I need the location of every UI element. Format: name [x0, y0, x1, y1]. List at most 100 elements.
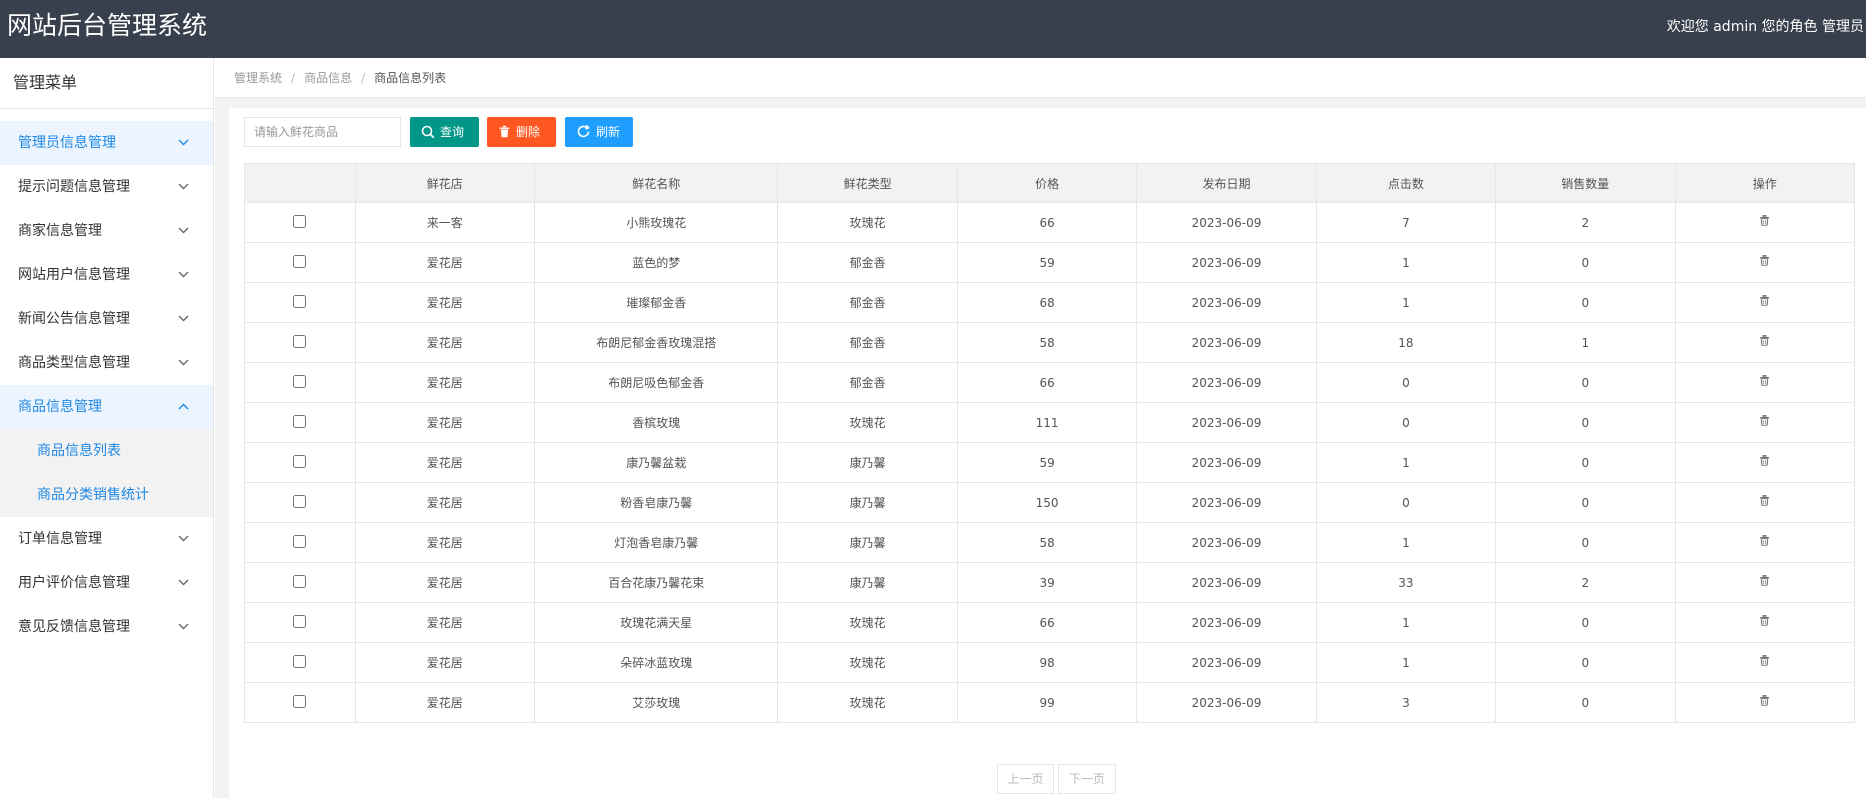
delete-row-icon[interactable] — [1759, 694, 1770, 709]
delete-row-icon[interactable] — [1759, 494, 1770, 509]
delete-row-icon[interactable] — [1759, 534, 1770, 549]
row-checkbox[interactable] — [293, 254, 307, 268]
row-checkbox[interactable] — [293, 414, 307, 428]
sidebar-item-feedback[interactable]: 意见反馈信息管理 — [0, 605, 213, 649]
cell-shop: 爱花居 — [354, 242, 535, 283]
cell-price: 111 — [956, 402, 1138, 443]
breadcrumb-item-system[interactable]: 管理系统 — [234, 71, 282, 85]
table-row: 爱花居 百合花康乃馨花束 康乃馨 39 2023-06-09 33 2 — [244, 562, 1856, 603]
sidebar-item-category[interactable]: 商品类型信息管理 — [0, 341, 213, 385]
select-cell — [244, 402, 356, 443]
cell-price: 39 — [956, 562, 1138, 603]
chevron-up-icon — [176, 385, 190, 429]
cell-clicks: 1 — [1315, 642, 1497, 683]
cell-date: 2023-06-09 — [1136, 322, 1317, 363]
column-header-type: 鲜花类型 — [777, 163, 958, 203]
submenu-item-product-list[interactable]: 商品信息列表 — [0, 429, 213, 473]
column-header-shop: 鲜花店 — [354, 163, 535, 203]
cell-date: 2023-06-09 — [1136, 202, 1317, 243]
delete-button-label: 删除 — [516, 125, 541, 139]
breadcrumb-separator: / — [291, 71, 296, 85]
cell-price: 150 — [956, 482, 1138, 523]
actions-cell — [1674, 362, 1856, 403]
table-row: 爱花居 香槟玫瑰 玫瑰花 111 2023-06-09 0 0 — [244, 402, 1856, 443]
prev-page-button[interactable]: 上一页 — [997, 764, 1054, 794]
search-input[interactable] — [244, 117, 401, 147]
row-checkbox[interactable] — [293, 454, 307, 468]
column-header-price: 价格 — [956, 163, 1138, 203]
row-checkbox[interactable] — [293, 534, 307, 548]
cell-name: 蓝色的梦 — [533, 242, 779, 283]
sidebar-item-users[interactable]: 网站用户信息管理 — [0, 253, 213, 297]
cell-sales: 0 — [1495, 442, 1676, 483]
cell-name: 璀璨郁金香 — [533, 282, 779, 323]
cell-clicks: 1 — [1315, 602, 1497, 643]
row-checkbox[interactable] — [293, 694, 307, 708]
top-header: 网站后台管理系统 欢迎您 admin 您的角色 管理员 — [0, 0, 1866, 58]
delete-row-icon[interactable] — [1759, 414, 1770, 429]
table-row: 来一客 小熊玫瑰花 玫瑰花 66 2023-06-09 7 2 — [244, 202, 1856, 243]
sidebar-item-admin[interactable]: 管理员信息管理 — [0, 121, 213, 165]
table-row: 爱花居 康乃馨盆栽 康乃馨 59 2023-06-09 1 0 — [244, 442, 1856, 483]
sidebar-item-products[interactable]: 商品信息管理 — [0, 385, 213, 429]
cell-clicks: 1 — [1315, 242, 1497, 283]
cell-date: 2023-06-09 — [1136, 402, 1317, 443]
breadcrumb-item-product-info[interactable]: 商品信息 — [304, 71, 352, 85]
query-button[interactable]: 查询 — [410, 117, 479, 147]
breadcrumb-separator: / — [361, 71, 366, 85]
select-cell — [244, 442, 356, 483]
breadcrumb: 管理系统 / 商品信息 / 商品信息列表 — [215, 58, 1866, 98]
sidebar-item-label: 订单信息管理 — [18, 531, 102, 547]
delete-row-icon[interactable] — [1759, 454, 1770, 469]
cell-date: 2023-06-09 — [1136, 682, 1317, 723]
sidebar-item-label: 提示问题信息管理 — [18, 179, 130, 195]
refresh-button-label: 刷新 — [596, 125, 621, 139]
delete-row-icon[interactable] — [1759, 374, 1770, 389]
delete-row-icon[interactable] — [1759, 574, 1770, 589]
actions-cell — [1674, 402, 1856, 443]
row-checkbox[interactable] — [293, 294, 307, 308]
cell-sales: 0 — [1495, 602, 1676, 643]
refresh-button[interactable]: 刷新 — [565, 117, 633, 147]
row-checkbox[interactable] — [293, 214, 307, 228]
cell-shop: 爱花居 — [354, 482, 535, 523]
main-content: 管理系统 / 商品信息 / 商品信息列表 查询 删除 刷新 鲜花店 鲜花名称 鲜花类型 … — [215, 58, 1866, 798]
cell-clicks: 7 — [1315, 202, 1497, 243]
delete-row-icon[interactable] — [1759, 654, 1770, 669]
query-button-label: 查询 — [440, 125, 465, 139]
row-checkbox[interactable] — [293, 654, 307, 668]
select-cell — [244, 602, 356, 643]
row-checkbox[interactable] — [293, 574, 307, 588]
cell-shop: 爱花居 — [354, 562, 535, 603]
delete-row-icon[interactable] — [1759, 334, 1770, 349]
row-checkbox[interactable] — [293, 614, 307, 628]
cell-date: 2023-06-09 — [1136, 642, 1317, 683]
cell-clicks: 0 — [1315, 482, 1497, 523]
sidebar-item-reviews[interactable]: 用户评价信息管理 — [0, 561, 213, 605]
sidebar-item-label: 网站用户信息管理 — [18, 267, 130, 283]
cell-shop: 爱花居 — [354, 642, 535, 683]
column-header-name: 鲜花名称 — [533, 163, 779, 203]
delete-row-icon[interactable] — [1759, 614, 1770, 629]
row-checkbox[interactable] — [293, 334, 307, 348]
delete-row-icon[interactable] — [1759, 294, 1770, 309]
sidebar-item-orders[interactable]: 订单信息管理 — [0, 517, 213, 561]
row-checkbox[interactable] — [293, 374, 307, 388]
delete-button[interactable]: 删除 — [487, 117, 556, 147]
next-page-button[interactable]: 下一页 — [1058, 764, 1116, 794]
submenu-item-sales-stats[interactable]: 商品分类销售统计 — [0, 473, 213, 517]
sidebar-item-news[interactable]: 新闻公告信息管理 — [0, 297, 213, 341]
cell-date: 2023-06-09 — [1136, 522, 1317, 563]
select-cell — [244, 242, 356, 283]
cell-price: 66 — [956, 202, 1138, 243]
select-cell — [244, 482, 356, 523]
menu-list: 管理员信息管理 提示问题信息管理 商家信息管理 网站用户信息管理 新闻公告信息管… — [0, 121, 213, 649]
column-header-date: 发布日期 — [1136, 163, 1317, 203]
sidebar-item-question[interactable]: 提示问题信息管理 — [0, 165, 213, 209]
delete-row-icon[interactable] — [1759, 254, 1770, 269]
row-checkbox[interactable] — [293, 494, 307, 508]
cell-type: 康乃馨 — [777, 442, 958, 483]
sidebar-item-merchant[interactable]: 商家信息管理 — [0, 209, 213, 253]
table-row: 爱花居 玫瑰花满天星 玫瑰花 66 2023-06-09 1 0 — [244, 602, 1856, 643]
delete-row-icon[interactable] — [1759, 214, 1770, 229]
